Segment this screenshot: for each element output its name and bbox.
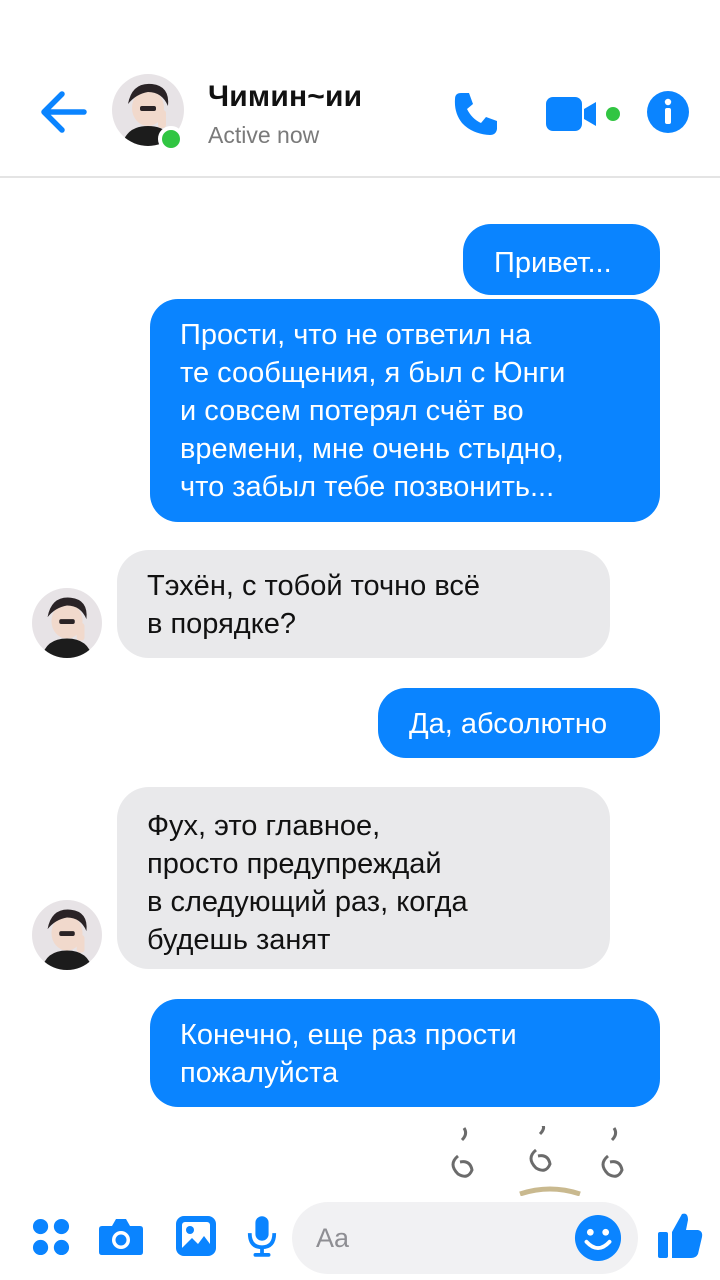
message-composer[interactable] xyxy=(292,1202,638,1274)
message-text: Да, абсолютно xyxy=(409,708,608,740)
outgoing-message[interactable]: Конечно, еще раз прости пожалуйста xyxy=(150,999,660,1107)
microphone-icon[interactable] xyxy=(246,1214,278,1258)
incoming-message[interactable]: Тэхён, с тобой точно всё в порядке? xyxy=(117,550,610,658)
contact-name[interactable]: Чимин~ии xyxy=(208,80,362,114)
thumbs-up-icon[interactable] xyxy=(656,1210,704,1260)
back-arrow-icon[interactable] xyxy=(38,88,88,136)
apps-grid-icon[interactable] xyxy=(32,1218,70,1256)
camera-icon[interactable] xyxy=(98,1216,144,1256)
message-text: Прости, что не ответил на те сообщения, … xyxy=(180,319,566,503)
outgoing-message[interactable]: Прости, что не ответил на те сообщения, … xyxy=(150,299,660,522)
image-gallery-icon[interactable] xyxy=(174,1214,218,1258)
emoji-icon[interactable] xyxy=(574,1214,622,1262)
message-text: Тэхён, с тобой точно всё в порядке? xyxy=(147,570,481,640)
message-text: Фух, это главное, просто предупреждай в … xyxy=(147,810,468,956)
contact-avatar-small[interactable] xyxy=(32,900,102,970)
active-status: Active now xyxy=(208,122,320,148)
message-input[interactable] xyxy=(316,1220,556,1256)
incoming-message[interactable]: Фух, это главное, просто предупреждай в … xyxy=(117,787,610,969)
sticker-image[interactable] xyxy=(440,1126,640,1196)
message-text: Привет... xyxy=(494,247,612,279)
outgoing-message[interactable]: Да, абсолютно xyxy=(378,688,660,758)
message-text: Конечно, еще раз прости пожалуйста xyxy=(180,1019,517,1089)
conversation-header: Чимин~ии Active now xyxy=(0,0,720,178)
info-icon[interactable] xyxy=(646,90,690,134)
outgoing-message[interactable]: Привет... xyxy=(463,224,660,295)
video-camera-icon[interactable] xyxy=(544,94,624,134)
contact-avatar-small[interactable] xyxy=(32,588,102,658)
phone-icon[interactable] xyxy=(450,88,502,140)
online-status-dot xyxy=(158,126,184,152)
